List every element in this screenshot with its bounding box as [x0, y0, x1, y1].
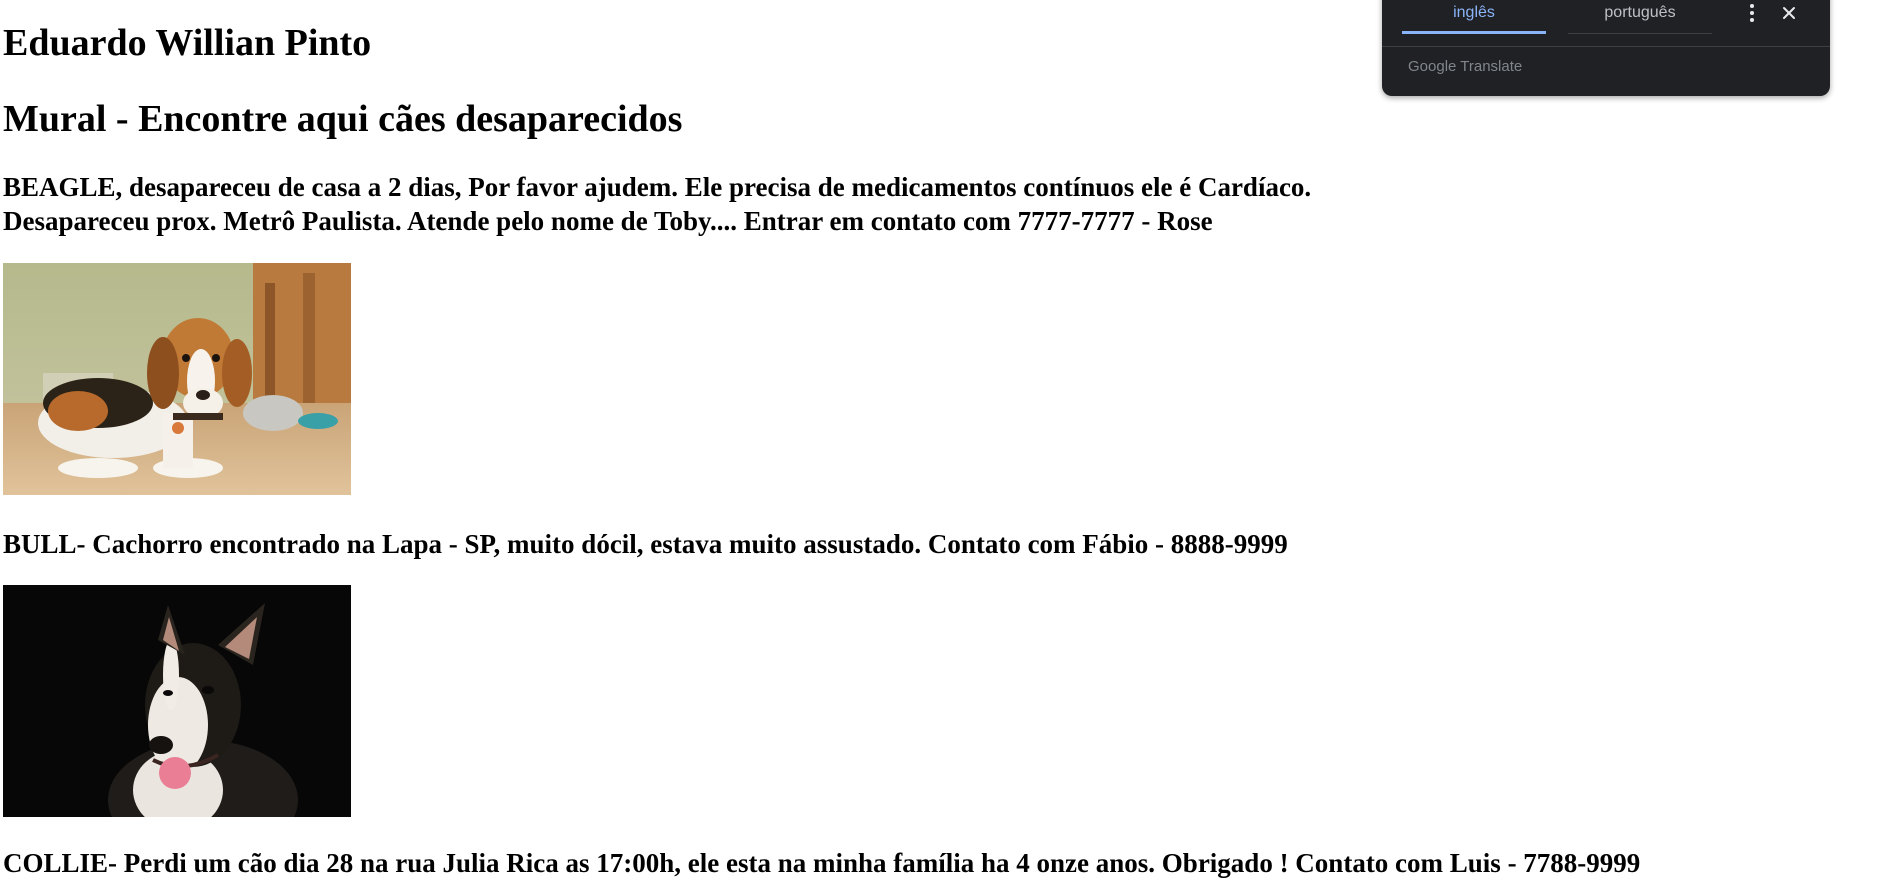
post-collie-text: COLLIE- Perdi um cão dia 28 na rua Julia… [3, 846, 1640, 880]
author-heading: Eduardo Willian Pinto [3, 22, 372, 64]
bull-terrier-photo [3, 585, 351, 817]
beagle-photo [3, 263, 351, 495]
google-translate-brand: Google Translate [1408, 58, 1523, 75]
more-vert-icon[interactable] [1740, 0, 1764, 26]
post-beagle-text: BEAGLE, desapareceu de casa a 2 dias, Po… [3, 170, 1311, 238]
post-collie-line1: COLLIE- Perdi um cão dia 28 na rua Julia… [3, 848, 1641, 878]
post-bull-line1: BULL- Cachorro encontrado na Lapa - SP, … [3, 529, 1288, 559]
post-beagle-line1: BEAGLE, desapareceu de casa a 2 dias, Po… [3, 172, 1312, 202]
google-translate-popup: inglês português Google Translate [1382, 0, 1830, 96]
tab-ingles[interactable]: inglês [1402, 0, 1546, 34]
close-icon[interactable] [1776, 0, 1802, 26]
tab-portugues[interactable]: português [1568, 0, 1712, 34]
translate-tabs: inglês português [1402, 0, 1772, 34]
post-beagle-line2: Desapareceu prox. Metrô Paulista. Atende… [3, 206, 1213, 236]
mural-heading: Mural - Encontre aqui cães desaparecidos [3, 98, 683, 140]
post-bull-text: BULL- Cachorro encontrado na Lapa - SP, … [3, 527, 1288, 561]
translate-divider [1382, 46, 1830, 47]
